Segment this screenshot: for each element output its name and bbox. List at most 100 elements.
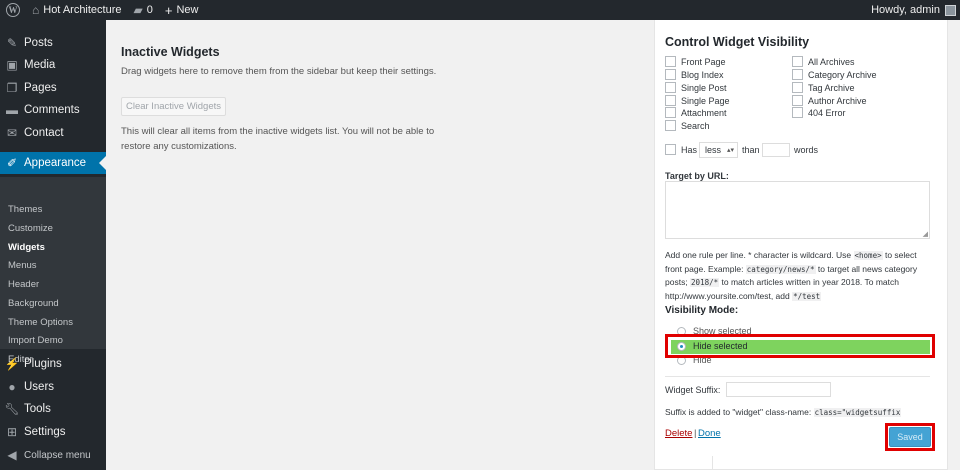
widget-suffix-input[interactable]: [726, 382, 831, 397]
checkbox-label: Author Archive: [808, 96, 867, 106]
checkbox-label: Single Page: [681, 96, 730, 106]
submenu-item-menus[interactable]: Menus: [8, 260, 37, 271]
checkbox-label: Tag Archive: [808, 83, 855, 93]
target-url-textarea[interactable]: ◢: [665, 181, 930, 239]
sidebar-item-tools[interactable]: 🔧︎ Tools: [0, 398, 106, 420]
checkbox-label: Front Page: [681, 57, 726, 67]
comment-bubble-icon: ▰: [133, 3, 143, 17]
comparison-value: less: [705, 145, 722, 155]
sidebar-item-label: Contact: [24, 127, 64, 139]
comments-link[interactable]: ▰ 0: [128, 0, 159, 20]
new-content-link[interactable]: + New: [159, 0, 205, 20]
sidebar-item-users[interactable]: ● Users: [0, 376, 106, 398]
inactive-widgets-description: Drag widgets here to remove them from th…: [121, 66, 437, 77]
sidebar-item-media[interactable]: ▣ Media: [0, 54, 106, 76]
comments-icon: ▬: [6, 103, 18, 117]
sidebar-item-label: Media: [24, 59, 56, 71]
new-label: New: [176, 4, 199, 16]
account-menu[interactable]: Howdy, admin: [865, 0, 960, 20]
sidebar-item-label: Appearance: [24, 157, 87, 169]
settings-icon: ⊞: [6, 425, 18, 439]
checkbox-404-error[interactable]: [792, 107, 803, 118]
widget-suffix-help: Suffix is added to "widget" class-name: …: [665, 407, 902, 417]
users-icon: ●: [8, 380, 16, 394]
control-widget-visibility-title: Control Widget Visibility: [665, 35, 810, 49]
greeting: Howdy, admin: [871, 4, 940, 16]
annotation-highlight-box: [665, 334, 935, 358]
done-link[interactable]: Done: [698, 428, 721, 439]
checkbox-attachment[interactable]: [665, 107, 676, 118]
checkbox-blog-index[interactable]: [665, 69, 676, 80]
admin-bar: W ⌂ Hot Architecture ▰ 0 + New Howdy, ad…: [0, 0, 960, 20]
checkbox-all-archives[interactable]: [792, 56, 803, 67]
media-icon: ▣: [6, 58, 18, 72]
pages-icon: ❐: [6, 81, 18, 95]
sidebar-item-label: Settings: [24, 426, 66, 438]
checkbox-single-post[interactable]: [665, 82, 676, 93]
collapse-icon: ◀: [7, 448, 17, 462]
mail-icon: ✉: [6, 126, 18, 140]
checkbox-search[interactable]: [665, 120, 676, 131]
sidebar-item-contact[interactable]: ✉ Contact: [0, 122, 106, 144]
site-name-link[interactable]: ⌂ Hot Architecture: [26, 0, 128, 20]
collapse-menu-button[interactable]: ◀ Collapse menu: [0, 444, 106, 466]
home-icon: ⌂: [32, 3, 40, 17]
submenu-item-header[interactable]: Header: [8, 279, 39, 290]
checkbox-label: Blog Index: [681, 70, 724, 80]
sidebar-item-label: Plugins: [24, 358, 62, 370]
checkbox-tag-archive[interactable]: [792, 82, 803, 93]
sidebar-item-label: Comments: [24, 104, 80, 116]
link-separator: |: [694, 428, 697, 439]
word-count-input[interactable]: [762, 143, 790, 157]
comparison-select[interactable]: less ▴▾: [699, 142, 738, 158]
sidebar-item-label: Tools: [24, 403, 51, 415]
checkbox-category-archive[interactable]: [792, 69, 803, 80]
sidebar-item-appearance[interactable]: ✐ Appearance: [0, 152, 106, 174]
sidebar-item-label: Posts: [24, 37, 53, 49]
panel-edge: [712, 456, 948, 470]
plus-icon: +: [164, 2, 173, 18]
checkbox-single-page[interactable]: [665, 95, 676, 106]
sidebar-item-comments[interactable]: ▬ Comments: [0, 99, 106, 121]
checkbox-label: All Archives: [808, 57, 855, 67]
target-url-help: Add one rule per line. * character is wi…: [665, 250, 918, 301]
resize-grip-icon: ◢: [922, 231, 928, 238]
widget-suffix-label: Widget Suffix:: [665, 385, 721, 395]
submenu-item-background[interactable]: Background: [8, 298, 59, 309]
checkbox-label: Attachment: [681, 108, 727, 118]
wordpress-logo-icon[interactable]: W: [0, 0, 26, 20]
clear-inactive-widgets-button[interactable]: Clear Inactive Widgets: [121, 97, 226, 116]
checkbox-label: Single Post: [681, 83, 727, 93]
submenu-item-widgets[interactable]: Widgets: [8, 242, 45, 253]
checkbox-author-archive[interactable]: [792, 95, 803, 106]
sidebar-item-label: Collapse menu: [24, 449, 91, 461]
words-label: words: [794, 145, 819, 155]
sidebar-item-pages[interactable]: ❐ Pages: [0, 77, 106, 99]
clear-warning-text: This will clear all items from the inact…: [121, 126, 435, 152]
select-arrows-icon: ▴▾: [726, 147, 734, 154]
paintbrush-icon: ✐: [6, 156, 18, 170]
site-name: Hot Architecture: [43, 4, 122, 16]
checkbox-word-count[interactable]: [665, 144, 676, 155]
visibility-mode-label: Visibility Mode:: [665, 305, 739, 316]
appearance-submenu: Themes Customize Widgets Menus Header Ba…: [0, 177, 106, 365]
comments-count: 0: [146, 4, 153, 16]
submenu-item-themes[interactable]: Themes: [8, 204, 42, 215]
than-label: than: [742, 145, 760, 155]
target-url-label: Target by URL:: [665, 171, 729, 181]
submenu-item-customize[interactable]: Customize: [8, 223, 53, 234]
sidebar-item-posts[interactable]: ✎ Posts: [0, 32, 106, 54]
wrench-icon: 🔧︎: [4, 402, 20, 416]
divider: [665, 376, 930, 377]
has-label: Has: [681, 145, 698, 155]
sidebar-item-settings[interactable]: ⊞ Settings: [0, 421, 106, 443]
delete-link[interactable]: Delete: [665, 428, 692, 439]
pin-icon: ✎: [6, 36, 18, 50]
submenu-item-theme-options[interactable]: Theme Options: [8, 317, 73, 328]
annotation-highlight-box: [885, 423, 935, 451]
checkbox-label: Search: [681, 121, 710, 131]
checkbox-front-page[interactable]: [665, 56, 676, 67]
submenu-item-import-demo[interactable]: Import Demo: [8, 335, 63, 346]
sidebar-item-label: Users: [24, 381, 55, 393]
sidebar-item-plugins[interactable]: ⚡ Plugins: [0, 353, 106, 375]
